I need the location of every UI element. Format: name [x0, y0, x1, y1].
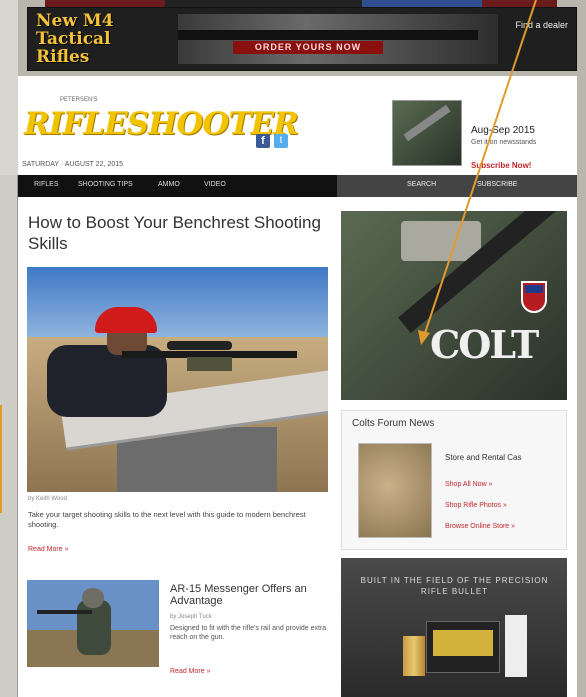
article2-dek: Designed to fit with the rifle's rail an…	[170, 625, 327, 641]
page-gutter	[0, 0, 18, 697]
banner-right-text: Find a dealer	[515, 20, 568, 30]
colt-shield-icon	[521, 281, 547, 313]
ammo-ad-text: BUILT IN THE FIELD OF THE PRECISION RIFL…	[360, 576, 549, 596]
banner-headline: New M4 Tactical Rifles	[36, 11, 114, 67]
forum-image[interactable]	[358, 443, 432, 538]
article-title[interactable]: How to Boost Your Benchrest Shooting Ski…	[28, 212, 323, 254]
nav-item-ammo[interactable]: AMMO	[158, 181, 180, 188]
colt-logo: COLT	[430, 322, 539, 367]
left-accent-bar	[0, 405, 2, 513]
read-more-link[interactable]: Read More »	[28, 546, 68, 553]
article-byline: by Keith Wood	[28, 496, 67, 502]
forum-link[interactable]: Shop All Now »	[445, 481, 492, 488]
nav-item-video[interactable]: VIDEO	[204, 181, 226, 188]
nav-right-panel: SEARCH SUBSCRIBE	[337, 175, 577, 197]
article2-read-more[interactable]: Read More »	[170, 668, 210, 675]
banner-cta: ORDER YOURS NOW	[233, 41, 383, 54]
twitter-icon[interactable]: t	[274, 134, 288, 148]
article2-byline: by Joseph Tuck	[170, 614, 212, 620]
article-dek: Take your target shooting skills to the …	[28, 510, 306, 529]
top-banner-ad[interactable]: New M4 Tactical Rifles ORDER YOURS NOW F…	[27, 7, 577, 71]
magazine-cover[interactable]	[392, 100, 462, 166]
article2-title[interactable]: AR-15 Messenger Offers an Advantage	[170, 583, 330, 607]
ammo-bullets-image	[403, 636, 425, 676]
magazine-title: Aug-Sep 2015	[471, 125, 535, 136]
ammo-box-side-image	[505, 615, 527, 677]
subscribe-link[interactable]: Subscribe Now!	[471, 161, 531, 170]
forum-link[interactable]: Shop Rifle Photos »	[445, 502, 507, 509]
main-nav: RIFLES SHOOTING TIPS AMMO VIDEO SEARCH S…	[18, 175, 577, 197]
logo-tag: PETERSEN'S	[60, 97, 98, 103]
forum-link[interactable]: Browse Online Store »	[445, 523, 515, 530]
header-date: SATURDAY · AUGUST 22, 2015	[22, 161, 124, 168]
facebook-icon[interactable]: f	[256, 134, 270, 148]
banner-rifle-barrel	[178, 30, 478, 40]
forum-title: Colts Forum News	[352, 418, 435, 429]
magazine-subtitle: Get it on newsstands	[471, 139, 537, 146]
nav-search[interactable]: SEARCH	[407, 181, 436, 188]
nav-subscribe[interactable]: SUBSCRIBE	[477, 181, 517, 188]
article2-thumbnail[interactable]	[27, 580, 159, 667]
nav-item-shooting-tips[interactable]: SHOOTING TIPS	[78, 181, 133, 188]
nav-item-rifles[interactable]: RIFLES	[34, 181, 59, 188]
article-hero-image[interactable]	[27, 267, 328, 492]
forum-headline[interactable]: Store and Rental Cas	[445, 453, 522, 462]
ammo-box-image	[426, 621, 500, 673]
